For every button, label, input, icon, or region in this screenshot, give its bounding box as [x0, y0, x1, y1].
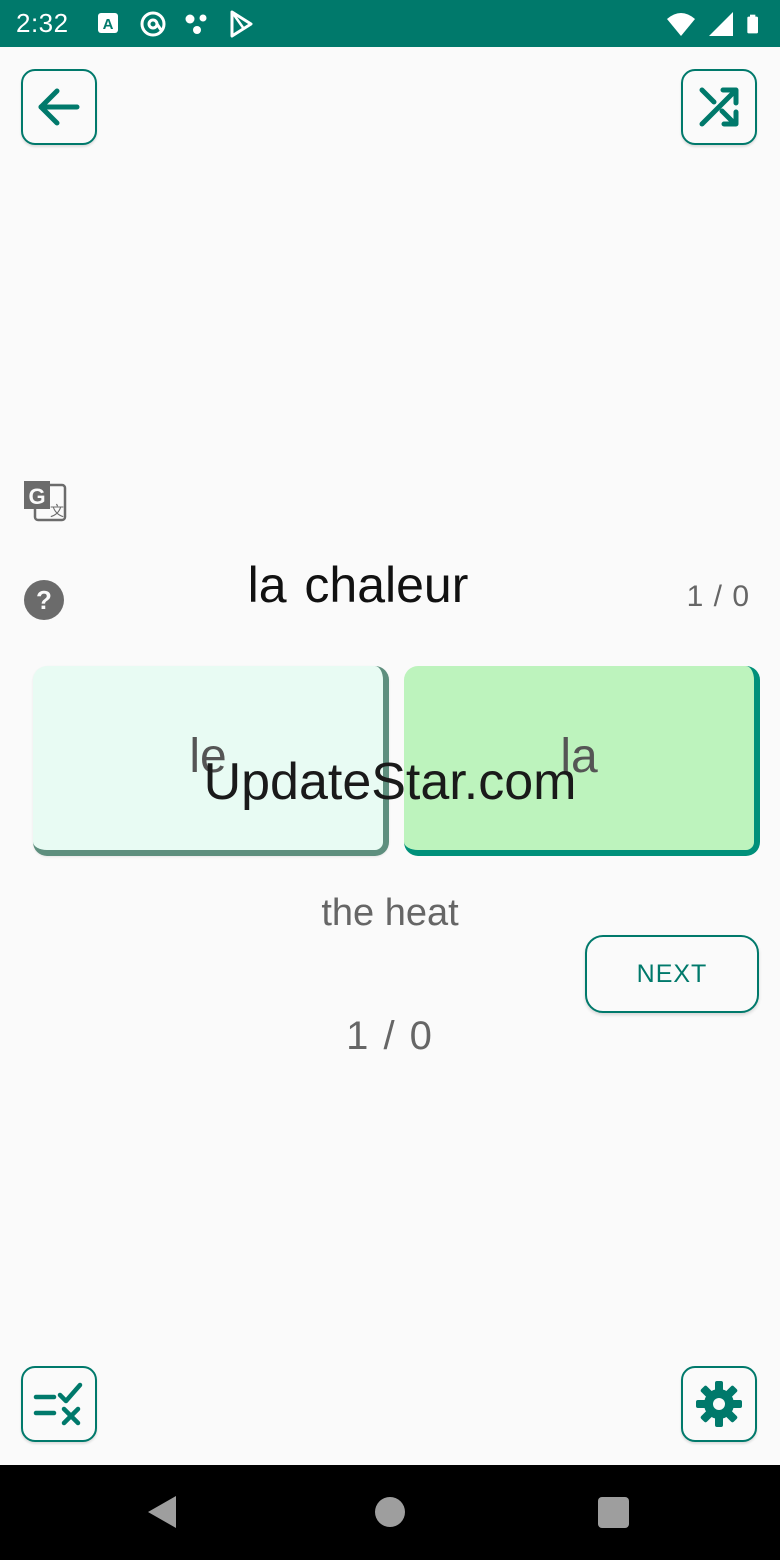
status-time: 2:32 — [16, 8, 69, 38]
gear-icon — [696, 1381, 742, 1427]
shuffle-button[interactable] — [681, 69, 757, 145]
google-translate-icon[interactable]: G 文 — [20, 476, 68, 524]
svg-text:G: G — [28, 484, 45, 509]
settings-button[interactable] — [681, 1366, 757, 1442]
translation-text: the heat — [321, 892, 459, 934]
network-dots-icon — [185, 14, 207, 34]
at-sign-icon — [140, 11, 166, 37]
shuffle-icon — [699, 87, 739, 127]
option-card-le[interactable]: le — [33, 666, 389, 856]
quiz-results-button[interactable] — [21, 1366, 97, 1442]
svg-text:文: 文 — [50, 503, 64, 519]
arrow-left-icon — [38, 88, 80, 126]
nav-back-icon[interactable] — [146, 1495, 178, 1529]
score-counter-bottom: 1 / 0 — [346, 1014, 434, 1058]
font-a-icon: A — [98, 13, 118, 33]
status-bar: 2:32 A — [0, 0, 780, 47]
svg-text:A: A — [103, 16, 114, 33]
option-card-la[interactable]: la — [404, 666, 760, 856]
wifi-icon — [667, 13, 695, 36]
status-system-icons — [666, 9, 766, 39]
nav-home-icon[interactable] — [375, 1497, 405, 1527]
option-label: la — [560, 729, 598, 783]
word-to-guess: la chaleur — [247, 557, 469, 613]
signal-icon — [709, 12, 733, 36]
back-button[interactable] — [21, 69, 97, 145]
play-store-icon — [230, 10, 253, 38]
nav-recents-icon[interactable] — [598, 1497, 629, 1528]
battery-icon — [747, 14, 758, 34]
option-label: le — [189, 729, 227, 783]
navigation-bar — [0, 1465, 780, 1560]
status-notification-icons: A — [94, 9, 256, 39]
next-button[interactable]: NEXT — [585, 935, 759, 1013]
list-check-cross-icon — [33, 1382, 83, 1426]
score-counter-top: 1 / 0 — [686, 580, 750, 613]
